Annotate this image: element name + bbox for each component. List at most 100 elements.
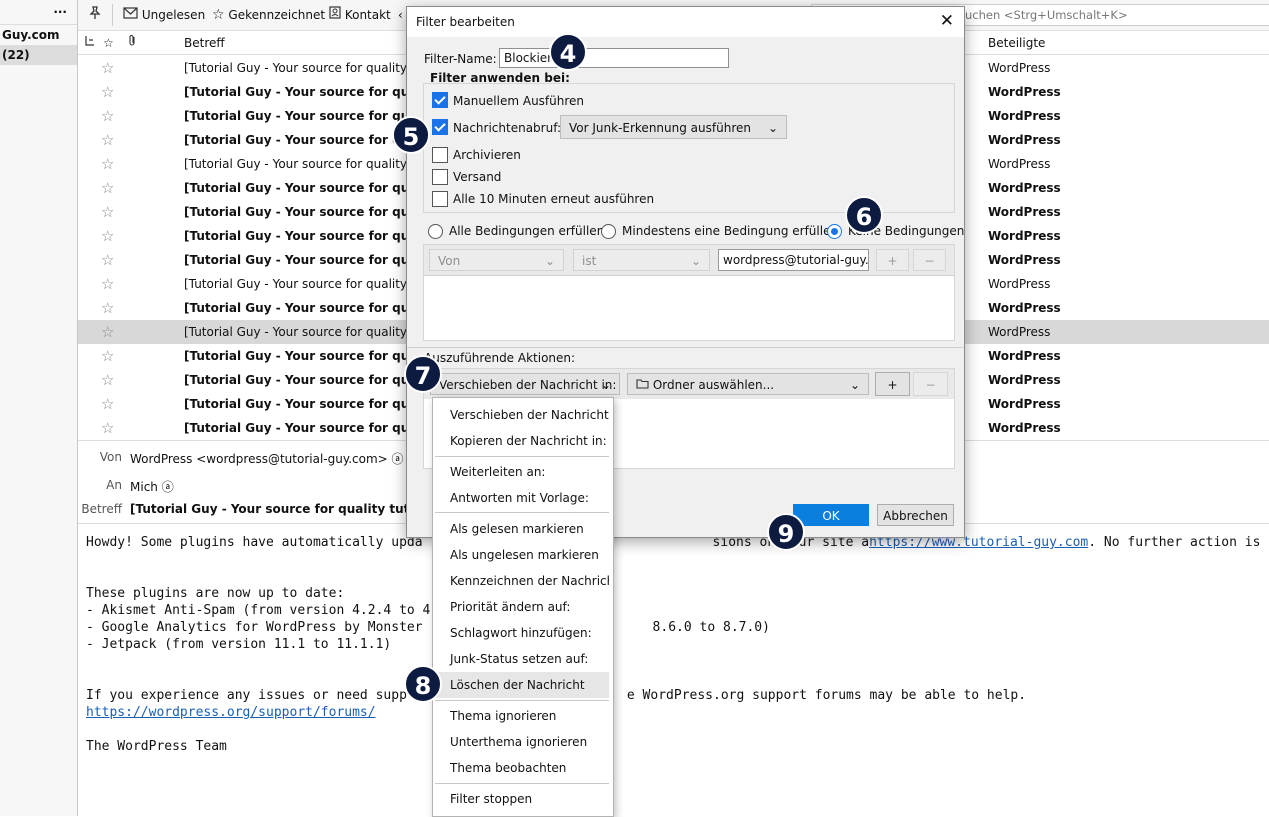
folder-select-value: Ordner auswählen...	[652, 378, 775, 392]
star-icon[interactable]: ☆	[101, 152, 114, 176]
contact-filter-button[interactable]: Kontakt	[329, 6, 391, 24]
from-value[interactable]: WordPress <wordpress@tutorial-guy.com> ⓐ	[130, 450, 404, 467]
step-badge-9: 9	[767, 513, 805, 551]
starred-filter-button[interactable]: ☆ Gekennzeichnet	[212, 6, 325, 24]
to-label: An	[106, 478, 122, 492]
star-icon[interactable]: ☆	[101, 176, 114, 200]
chevron-down-icon: ⌄	[767, 121, 778, 135]
ok-button[interactable]: OK	[793, 504, 869, 526]
contact-icon: ⓐ	[161, 480, 174, 494]
step-badge-7: 7	[404, 355, 442, 393]
star-icon[interactable]: ☆	[101, 200, 114, 224]
star-icon[interactable]: ☆	[101, 344, 114, 368]
star-icon[interactable]: ☆	[101, 80, 114, 104]
star-column-icon[interactable]: ☆	[103, 32, 114, 54]
manual-run-label: Manuellem Ausführen	[453, 94, 585, 108]
menu-item-forward[interactable]: Weiterleiten an:	[435, 459, 609, 485]
filter-name-input[interactable]: Blockiert	[499, 48, 729, 68]
star-icon[interactable]: ☆	[101, 320, 114, 344]
folder-menu-button[interactable]: ...	[53, 2, 67, 16]
menu-item-copy[interactable]: Kopieren der Nachricht in:	[435, 428, 609, 454]
archive-label: Archivieren	[453, 148, 521, 162]
condition-operator-select[interactable]: ist ⌄	[573, 249, 710, 271]
conditions-list: Von ⌄ ist ⌄ wordpress@tutorial-guy.co + …	[423, 244, 955, 341]
envelope-icon	[123, 7, 138, 19]
menu-item-move[interactable]: Verschieben der Nachricht ...	[435, 402, 609, 428]
menu-item-ignore-thread[interactable]: Thema ignorieren	[435, 703, 609, 729]
periodic-checkbox[interactable]	[432, 191, 448, 207]
menu-item-ignore-subthread[interactable]: Unterthema ignorieren	[435, 729, 609, 755]
close-icon[interactable]: ✕	[940, 11, 954, 31]
match-all-radio[interactable]	[428, 224, 443, 239]
subject-column-header[interactable]: Betreff	[184, 32, 225, 54]
folder-item-account[interactable]: Guy.com	[0, 25, 77, 45]
star-icon[interactable]: ☆	[101, 392, 114, 416]
star-icon[interactable]: ☆	[101, 296, 114, 320]
match-any-radio[interactable]	[601, 224, 616, 239]
menu-item-watch-thread[interactable]: Thema beobachten	[435, 755, 609, 781]
row-participants: WordPress	[988, 397, 1061, 411]
pin-icon[interactable]	[88, 6, 102, 24]
star-icon[interactable]: ☆	[101, 104, 114, 128]
fetch-timing-select[interactable]: Vor Junk-Erkennung ausführen ⌄	[560, 115, 787, 139]
folder-item-inbox[interactable]: (22)	[0, 45, 77, 65]
chevron-down-icon: ⌄	[849, 378, 860, 392]
star-icon[interactable]: ☆	[101, 416, 114, 440]
star-icon[interactable]: ☆	[101, 56, 114, 80]
chevron-down-icon: ⌄	[544, 254, 555, 268]
row-participants: WordPress	[988, 253, 1061, 267]
row-participants: WordPress	[988, 301, 1061, 315]
manual-run-checkbox[interactable]	[432, 92, 448, 108]
add-condition-button[interactable]: +	[876, 249, 909, 271]
star-icon[interactable]: ☆	[101, 224, 114, 248]
menu-item-junk-status[interactable]: Junk-Status setzen auf:	[435, 646, 609, 672]
unread-filter-button[interactable]: Ungelesen	[123, 6, 205, 24]
folder-pane-header: ...	[0, 0, 77, 25]
cancel-button[interactable]: Abbrechen	[877, 504, 954, 526]
dialog-titlebar[interactable]: Filter bearbeiten ✕	[407, 7, 964, 37]
contact-filter-label: Kontakt	[344, 8, 391, 22]
toolbar-separator	[112, 4, 113, 26]
match-none-radio[interactable]	[827, 224, 842, 239]
row-participants: WordPress	[988, 325, 1051, 339]
row-participants: WordPress	[988, 157, 1051, 171]
send-checkbox[interactable]	[432, 169, 448, 185]
folder-icon	[636, 378, 653, 392]
to-value[interactable]: Mich ⓐ	[130, 478, 174, 495]
menu-item-delete[interactable]: Löschen der Nachricht	[435, 672, 609, 698]
menu-item-reply-template[interactable]: Antworten mit Vorlage:	[435, 485, 609, 511]
add-action-button[interactable]: +	[875, 372, 910, 396]
condition-field-select[interactable]: Von ⌄	[429, 249, 564, 271]
thread-column-icon[interactable]	[84, 32, 96, 54]
archive-checkbox[interactable]	[432, 147, 448, 163]
participants-column-header[interactable]: Beteiligte	[988, 32, 1045, 54]
condition-field-value: Von	[438, 254, 461, 268]
chevron-left-icon[interactable]: ‹	[398, 6, 403, 24]
support-forums-link[interactable]: https://wordpress.org/support/forums/	[86, 705, 376, 720]
row-participants: WordPress	[988, 349, 1061, 363]
search-placeholder: suchen <Strg+Umschalt+K>	[959, 8, 1128, 22]
menu-item-mark-unread[interactable]: Als ungelesen markieren	[435, 542, 609, 568]
menu-item-mark-read[interactable]: Als gelesen markieren	[435, 516, 609, 542]
menu-item-add-tag[interactable]: Schlagwort hinzufügen:	[435, 620, 609, 646]
action-type-select[interactable]: Verschieben der Nachricht in: ⌄	[430, 373, 620, 395]
menu-item-priority[interactable]: Priorität ändern auf:	[435, 594, 609, 620]
remove-condition-button[interactable]: −	[913, 249, 946, 271]
menu-item-star[interactable]: Kennzeichnen der Nachricht	[435, 568, 609, 594]
chevron-down-icon: ⌄	[690, 254, 701, 268]
body-line-4b: 8.6.0 to 8.7.0)	[652, 620, 770, 635]
star-icon[interactable]: ☆	[101, 272, 114, 296]
contact-card-icon	[329, 6, 341, 19]
star-icon[interactable]: ☆	[101, 248, 114, 272]
folder-select[interactable]: Ordner auswählen... ⌄	[627, 373, 869, 395]
remove-action-button[interactable]: −	[913, 372, 948, 396]
star-icon[interactable]: ☆	[101, 368, 114, 392]
attachment-column-icon[interactable]	[127, 32, 137, 54]
filter-name-label: Filter-Name:	[424, 52, 497, 66]
condition-value-input[interactable]: wordpress@tutorial-guy.co	[718, 249, 869, 271]
unread-filter-label: Ungelesen	[141, 8, 206, 22]
fetch-label: Nachrichtenabruf:	[453, 121, 562, 135]
menu-item-stop-filter[interactable]: Filter stoppen	[435, 786, 609, 812]
star-icon[interactable]: ☆	[101, 128, 114, 152]
fetch-checkbox[interactable]	[432, 119, 448, 135]
